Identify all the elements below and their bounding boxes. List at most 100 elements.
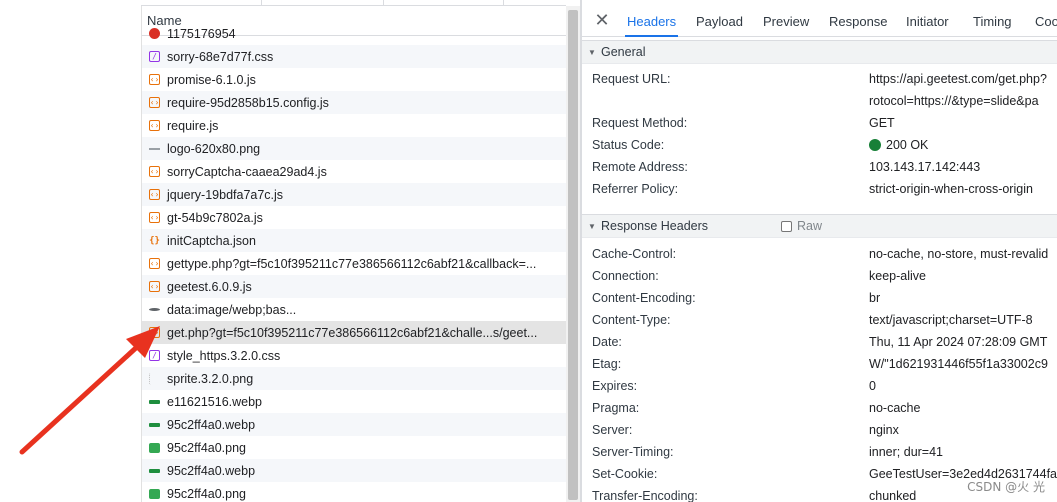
json-file-icon: {} [149, 235, 160, 246]
request-row[interactable]: sprite.3.2.0.png [142, 367, 566, 390]
header-value: keep-alive [869, 269, 926, 283]
webp-image-icon [149, 422, 160, 427]
expand-triangle-icon: ▼ [588, 48, 596, 57]
network-request-list: Name 1175176954/sorry-68e7d77f.css ‹› prom… [142, 6, 566, 502]
request-name: 95c2ff4a0.png [167, 440, 247, 455]
request-rows: 1175176954 / sorry-68e7d77f.css ‹› promise-6… [142, 22, 566, 502]
request-row[interactable]: logo-620x80.png [142, 137, 566, 160]
request-name: 1175176954 [167, 26, 236, 41]
request-name: geetest.6.0.9.js [167, 279, 252, 294]
close-icon[interactable]: ✕ [592, 10, 612, 32]
image-file-icon [149, 372, 160, 385]
header-key: Server-Timing: [592, 445, 674, 459]
request-row[interactable]: 1175176954 [142, 22, 566, 45]
header-value: 200 OK [869, 134, 928, 156]
tab-payload[interactable]: Payload [696, 6, 743, 37]
header-key: Expires: [592, 379, 638, 393]
header-value: no-cache, no-store, must-revalid [869, 247, 1049, 261]
header-row: Request Method: GET [592, 112, 1057, 134]
png-image-icon [149, 488, 160, 499]
request-name: require.js [167, 118, 219, 133]
tab-headers[interactable]: Headers [624, 6, 679, 37]
script-file-icon: ‹› [149, 258, 160, 269]
script-file-icon: ‹› [149, 189, 160, 200]
request-row[interactable]: ‹› require-95d2858b15.config.js [142, 91, 566, 114]
header-key: Transfer-Encoding: [592, 489, 698, 502]
watermark: CSDN @火 光 [967, 480, 1045, 494]
header-value: nginx [869, 423, 899, 437]
request-name: logo-620x80.png [167, 141, 261, 156]
header-value: W/"1d621931446f55f1a33002c9 [869, 357, 1048, 371]
header-row: Connection: keep-alive [592, 265, 1057, 287]
request-row[interactable]: 95c2ff4a0.webp [142, 413, 566, 436]
header-key: Remote Address: [592, 160, 688, 174]
script-file-icon: ‹› [149, 97, 160, 108]
request-row[interactable]: ‹› geetest.6.0.9.js [142, 275, 566, 298]
request-row[interactable]: ‹› get.php?gt=f5c10f395211c77e386566112c6… [142, 321, 566, 344]
header-key: Content-Type: [592, 313, 671, 327]
list-scrollbar-thumb[interactable] [568, 10, 578, 500]
expand-triangle-icon: ▼ [588, 222, 596, 231]
response-headers-section-header[interactable]: ▼ Response Headers Raw [582, 214, 1057, 238]
request-name: require-95d2858b15.config.js [167, 95, 329, 110]
status-ok-icon [869, 139, 881, 151]
request-row[interactable]: {} initCaptcha.json [142, 229, 566, 252]
request-name: data:image/webp;bas... [167, 302, 297, 317]
status-text: 200 OK [886, 138, 929, 152]
tab-initiator[interactable]: Initiator [906, 6, 949, 37]
webp-image-icon [149, 468, 160, 473]
header-row: Request URL: https://api.geetest.com/get.… [592, 68, 1057, 90]
css-file-icon: / [149, 51, 160, 62]
tab-cookies[interactable]: Coo [1035, 6, 1057, 37]
header-value: Thu, 11 Apr 2024 07:28:09 GMT [869, 335, 1048, 349]
header-value: text/javascript;charset=UTF-8 [869, 313, 1033, 327]
header-key: Date: [592, 335, 622, 349]
header-row: rotocol=https://&type=slide&pa [592, 90, 1057, 112]
header-key: Content-Encoding: [592, 291, 696, 305]
header-row: Remote Address: 103.143.17.142:443 [592, 156, 1057, 178]
script-file-icon: ‹› [149, 74, 160, 85]
header-value: br [869, 291, 881, 305]
header-key: Cache-Control: [592, 247, 677, 261]
script-file-icon: ‹› [149, 327, 160, 338]
request-name: 95c2ff4a0.png [167, 486, 247, 501]
header-row: Server: nginx [592, 419, 1057, 441]
request-row[interactable]: ‹› promise-6.1.0.js [142, 68, 566, 91]
header-key: Request Method: [592, 116, 688, 130]
request-row[interactable]: ‹› require.js [142, 114, 566, 137]
request-row[interactable]: ‹› sorryCaptcha-caaea29ad4.js [142, 160, 566, 183]
script-file-icon: ‹› [149, 212, 160, 223]
raw-checkbox[interactable] [781, 221, 792, 232]
header-key: Connection: [592, 269, 659, 283]
request-row[interactable]: / sorry-68e7d77f.css [142, 45, 566, 68]
request-row[interactable]: ‹› jquery-19bdfa7a7c.js [142, 183, 566, 206]
header-row: Referrer Policy: strict-origin-when-cross… [592, 178, 1057, 200]
tab-response[interactable]: Response [829, 6, 888, 37]
error-icon [149, 28, 160, 39]
request-row[interactable]: / style_https.3.2.0.css [142, 344, 566, 367]
request-row[interactable]: e11621516.webp [142, 390, 566, 413]
request-name: sprite.3.2.0.png [167, 371, 254, 386]
general-section-header[interactable]: ▼ General [582, 40, 1057, 64]
webp-image-icon [149, 399, 160, 404]
general-section-title: General [601, 45, 646, 59]
request-row[interactable]: data:image/webp;bas... [142, 298, 566, 321]
script-file-icon: ‹› [149, 281, 160, 292]
header-key: Request URL: [592, 72, 671, 86]
header-key: Etag: [592, 357, 622, 371]
request-name: initCaptcha.json [167, 233, 256, 248]
header-row: Pragma: no-cache [592, 397, 1057, 419]
header-key: Server: [592, 423, 633, 437]
request-row[interactable]: ‹› gt-54b9c7802a.js [142, 206, 566, 229]
request-name: e11621516.webp [167, 394, 262, 409]
request-row[interactable]: 95c2ff4a0.png [142, 482, 566, 502]
response-headers-title: Response Headers [601, 219, 709, 233]
request-row[interactable]: 95c2ff4a0.png [142, 436, 566, 459]
tab-preview[interactable]: Preview [763, 6, 809, 37]
header-key: Referrer Policy: [592, 182, 679, 196]
request-row[interactable]: ‹› gettype.php?gt=f5c10f395211c77e3865661… [142, 252, 566, 275]
image-file-icon [149, 147, 160, 150]
header-key: Set-Cookie: [592, 467, 658, 481]
tab-timing[interactable]: Timing [973, 6, 1012, 37]
request-row[interactable]: 95c2ff4a0.webp [142, 459, 566, 482]
